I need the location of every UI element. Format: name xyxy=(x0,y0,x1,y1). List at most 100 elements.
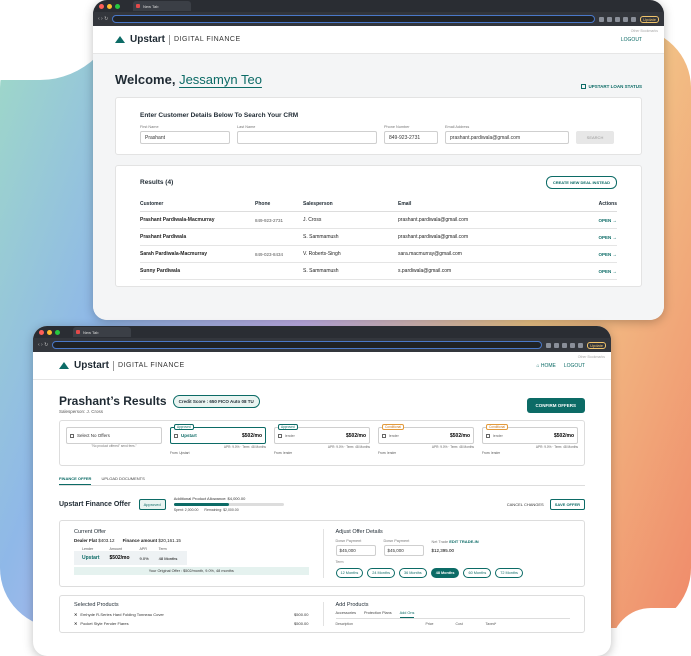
browser-tab[interactable]: New Tab xyxy=(133,1,191,11)
edit-trade-in-link[interactable]: EDIT TRADE-IN xyxy=(449,539,478,544)
maximize-window-dot[interactable] xyxy=(115,3,120,9)
remove-icon[interactable]: ✕ xyxy=(74,612,77,617)
maximize-window-dot[interactable] xyxy=(55,329,60,335)
table-row[interactable]: Sunny Pardiwala S. Sammamush s.pardiwala… xyxy=(140,262,617,280)
open-button[interactable]: OPEN → xyxy=(571,211,617,229)
checkbox[interactable] xyxy=(174,433,178,438)
term-option[interactable]: 12 Months xyxy=(335,568,364,578)
offer-panel: Current Offer Dealer Flat $403.12 Finance… xyxy=(59,520,585,587)
status-badge: Approved xyxy=(138,498,166,510)
table-row[interactable]: Sarah Pardiwala-Macmurray 849-023-8434 V… xyxy=(140,245,617,263)
offer-amount: $502/mo xyxy=(241,432,262,439)
down-payment-label: Down Payment xyxy=(335,539,362,543)
logout-link[interactable]: LOGOUT xyxy=(621,37,642,43)
table-row[interactable]: Prashant Pardiwala S. Sammamush prashant… xyxy=(140,228,617,246)
browser-tab-label: New Tab xyxy=(83,329,99,335)
brand-logo[interactable]: Upstart DIGITAL FINANCE xyxy=(59,360,185,371)
term-selector: 12 Months 24 Months 36 Months 48 Months … xyxy=(335,568,571,578)
tab-protection-plans[interactable]: Protection Plans xyxy=(364,611,392,618)
finance-amount-label: Finance amount xyxy=(122,538,158,543)
down-payment-field[interactable]: $45,000 xyxy=(335,545,376,556)
first-name-field[interactable]: Prashant xyxy=(140,131,230,144)
update-button[interactable]: Update xyxy=(640,15,659,23)
save-offer-button[interactable]: SAVE OFFER xyxy=(549,498,585,510)
email-label: Email Address xyxy=(445,125,470,129)
current-offer-title: Current Offer xyxy=(74,529,106,535)
col-email: Email xyxy=(398,197,572,212)
checkbox[interactable] xyxy=(70,433,74,438)
checkbox[interactable] xyxy=(486,433,490,438)
last-name-field[interactable] xyxy=(237,131,377,144)
tab-add-ons[interactable]: Add Ons xyxy=(399,611,415,618)
lender-logo: lender xyxy=(285,433,295,438)
open-button[interactable]: OPEN → xyxy=(571,228,617,246)
offer-card[interactable]: Approved Upstart $502/mo xyxy=(170,424,266,444)
term-option-selected[interactable]: 48 Months xyxy=(430,568,460,578)
tab-finance-offer[interactable]: FINANCE OFFER xyxy=(59,476,92,485)
term-option[interactable]: 36 Months xyxy=(398,568,427,578)
row-email: prashant.pardiwala@gmail.com xyxy=(398,211,572,229)
close-window-dot[interactable] xyxy=(99,3,104,9)
finance-offer-header: Upstart Finance Offer Approved Additiona… xyxy=(59,496,585,512)
create-new-deal-button[interactable]: CREATE NEW DEAL INSTEAD xyxy=(545,176,617,189)
brand-logo[interactable]: Upstart DIGITAL FINANCE xyxy=(115,34,241,45)
cancel-changes-button[interactable]: CANCEL CHANGES xyxy=(507,502,544,507)
no-offers-option[interactable]: Select No Offers xyxy=(66,427,162,444)
offer-terms: APR: 9.0% · Term: 48 Months xyxy=(223,445,266,449)
browser-tab[interactable]: New Tab xyxy=(73,327,131,337)
app-header: Upstart DIGITAL FINANCE LOGOUT xyxy=(93,26,664,54)
offer-card[interactable]: Conditional lender $502/mo xyxy=(482,424,578,444)
open-button[interactable]: OPEN → xyxy=(571,262,617,280)
update-button[interactable]: Update xyxy=(587,341,606,349)
down-payment-2-field[interactable]: $45,000 xyxy=(383,545,424,556)
home-link[interactable]: ⌂ HOME xyxy=(536,363,555,369)
col-taxed: Taxed* xyxy=(485,622,497,626)
search-title: Enter Customer Details Below To Search Y… xyxy=(140,112,299,119)
results-title: Results (4) xyxy=(140,179,174,186)
offer-card[interactable]: Approved lender $502/mo xyxy=(274,424,370,444)
address-bar[interactable] xyxy=(52,341,543,349)
row-customer: Sarah Pardiwala-Macmurray xyxy=(140,245,255,263)
confirm-offers-button[interactable]: CONFIRM OFFERS xyxy=(526,398,585,413)
phone-field[interactable]: 849-923-2731 xyxy=(384,131,438,144)
term-value: 48 Months xyxy=(158,555,178,561)
term-option[interactable]: 24 Months xyxy=(367,568,395,578)
row-customer: Prashant Pardiwala xyxy=(140,228,255,246)
bookmarks-label[interactable]: Other Bookmarks xyxy=(578,355,605,359)
remove-icon[interactable]: ✕ xyxy=(74,621,77,626)
open-button[interactable]: OPEN → xyxy=(571,245,617,263)
tab-accessories[interactable]: Accessories xyxy=(336,611,356,618)
back-icon[interactable]: ‹ › ↻ xyxy=(38,342,48,348)
table-row[interactable]: Prashant Pardiwala-Macmurray 849-923-273… xyxy=(140,211,617,229)
logout-link[interactable]: LOGOUT xyxy=(564,363,585,369)
offer-terms: APR: 9.0% · Term: 48 Months xyxy=(535,445,578,449)
offer-amount: $502/mo xyxy=(345,432,366,439)
user-name: Jessamyn Teo xyxy=(179,72,262,87)
minimize-window-dot[interactable] xyxy=(47,329,52,335)
brand-sub: DIGITAL FINANCE xyxy=(174,36,241,43)
address-bar[interactable] xyxy=(112,15,596,23)
term-option[interactable]: 72 Months xyxy=(495,568,523,578)
page-title: Prashant’s Results xyxy=(59,394,167,408)
checkbox[interactable] xyxy=(382,433,386,438)
minimize-window-dot[interactable] xyxy=(107,3,112,9)
email-field[interactable]: prashant.pardiwala@gmail.com xyxy=(445,131,569,144)
term-option[interactable]: 60 Months xyxy=(463,568,492,578)
browser-tab-label: New Tab xyxy=(143,3,159,9)
last-name-label: Last Name xyxy=(237,125,256,129)
net-trade-value: $12,395.00 xyxy=(431,548,455,553)
checkbox[interactable] xyxy=(278,433,282,438)
amount-value: $502/mo xyxy=(109,555,130,561)
add-products-title: Add Products xyxy=(335,602,369,608)
close-window-dot[interactable] xyxy=(39,329,44,335)
offer-from: From: lender xyxy=(482,451,501,455)
offer-terms: APR: 9.0% · Term: 48 Months xyxy=(327,445,370,449)
bookmarks-label[interactable]: Other Bookmarks xyxy=(631,29,658,33)
back-icon[interactable]: ‹ › ↻ xyxy=(98,16,108,22)
row-phone: 849-923-2731 xyxy=(255,211,303,229)
loan-status-link[interactable]: UPSTART LOAN STATUS xyxy=(580,84,642,89)
browser-chrome: New Tab ‹ › ↻ Update Other Bookmarks xyxy=(93,0,664,33)
search-button[interactable]: SEARCH xyxy=(576,131,614,144)
offer-card[interactable]: Conditional lender $502/mo xyxy=(378,424,474,444)
tab-upload-documents[interactable]: UPLOAD DOCUMENTS xyxy=(101,476,144,485)
